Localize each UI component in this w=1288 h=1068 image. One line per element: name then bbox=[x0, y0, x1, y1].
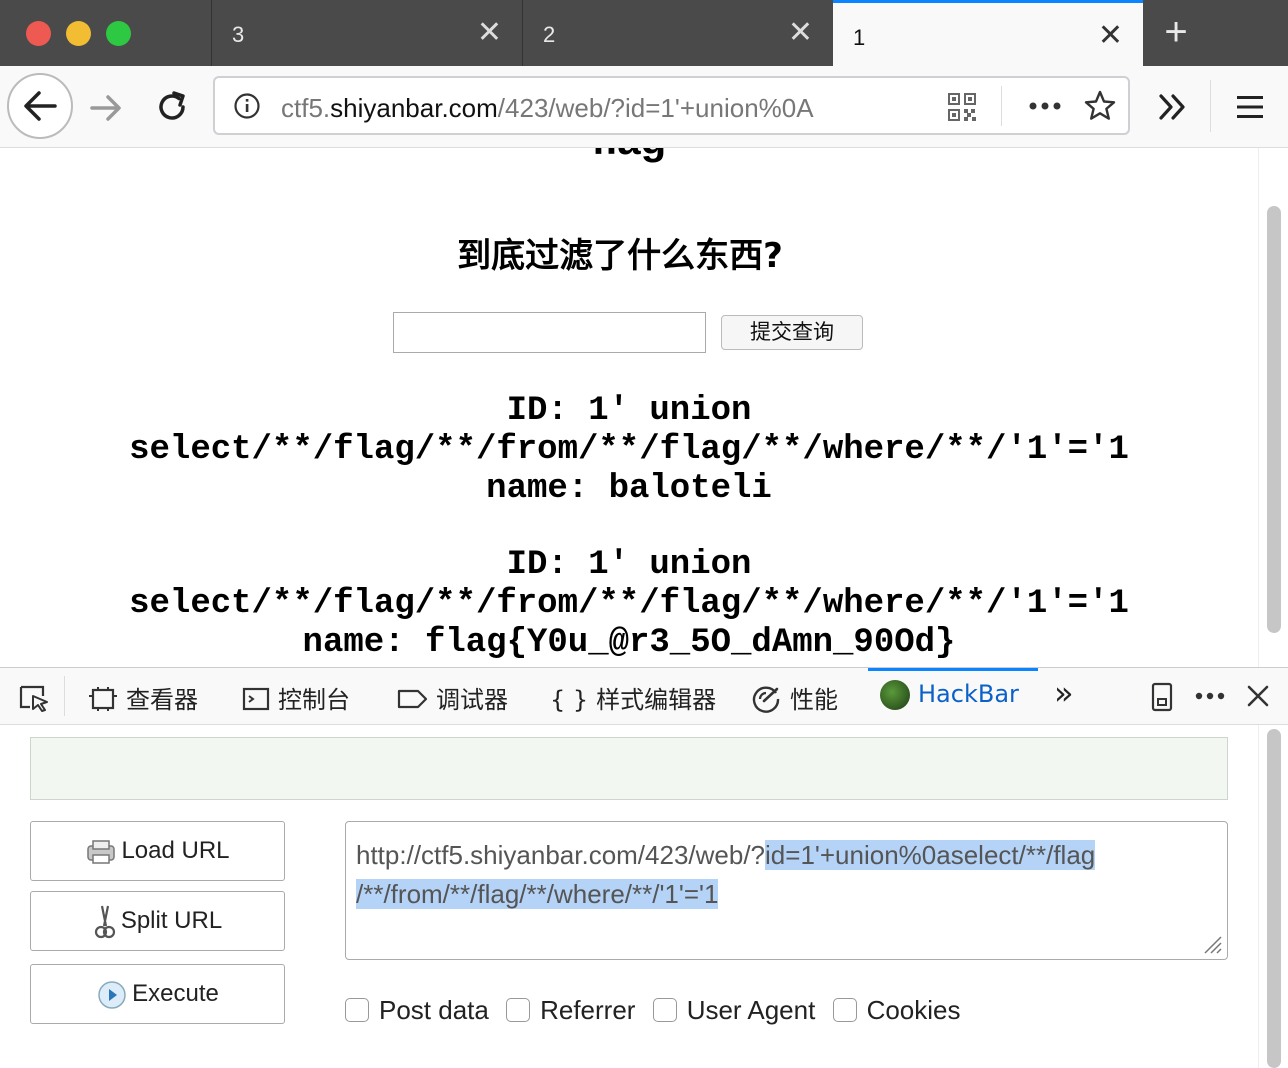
close-tab-icon[interactable]: ✕ bbox=[1098, 21, 1123, 51]
tab-3[interactable]: 3 ✕ bbox=[212, 0, 522, 66]
submit-query-button[interactable]: 提交查询 bbox=[721, 315, 863, 350]
load-url-button[interactable]: Load URL bbox=[30, 821, 285, 881]
element-picker-icon[interactable] bbox=[18, 684, 50, 712]
page-scrollbar-thumb[interactable] bbox=[1267, 206, 1281, 633]
result-query-line: select/**/flag/**/from/**/flag/**/where/… bbox=[129, 585, 1129, 623]
devtools-options-icon[interactable] bbox=[1194, 688, 1226, 704]
console-icon bbox=[242, 687, 270, 711]
page-title: flag bbox=[0, 148, 1258, 164]
dock-side-icon[interactable] bbox=[1150, 682, 1174, 712]
page-subtitle: 到底过滤了什么东西? bbox=[457, 236, 783, 276]
tab-hackbar[interactable]: HackBar bbox=[880, 680, 1019, 710]
devtools-toolbar: 查看器 控制台 调试器 { } 样式编辑器 性能 HackBar » bbox=[0, 667, 1288, 725]
result-block: ID: 1' union select/**/flag/**/from/**/f… bbox=[0, 392, 1258, 509]
selected-text: id=1'+union%0aselect/**/flag bbox=[765, 840, 1096, 870]
tab-label: 2 bbox=[543, 22, 556, 47]
hackbar-options: Post data Referrer User Agent Cookies bbox=[345, 995, 971, 1026]
page-content: flag 到底过滤了什么东西? 提交查询 ID: 1' union select… bbox=[0, 148, 1258, 667]
referrer-checkbox[interactable]: Referrer bbox=[506, 995, 635, 1026]
page-actions-icon[interactable] bbox=[1027, 94, 1063, 118]
tab-style-editor[interactable]: { } 样式编辑器 bbox=[550, 680, 716, 715]
tab-performance[interactable]: 性能 bbox=[750, 680, 838, 715]
close-tab-icon[interactable]: ✕ bbox=[477, 18, 502, 48]
result-id-line: ID: 1' union bbox=[506, 546, 752, 584]
hackbar-icon bbox=[880, 680, 910, 710]
new-tab-button[interactable]: + bbox=[1152, 12, 1200, 56]
performance-icon bbox=[752, 686, 780, 713]
braces-icon: { } bbox=[550, 686, 589, 714]
result-id-line: ID: 1' union bbox=[506, 392, 752, 430]
url-text[interactable]: ctf5.shiyanbar.com/423/web/?id=1'+union%… bbox=[281, 93, 881, 124]
info-icon[interactable] bbox=[233, 92, 261, 120]
close-tab-icon[interactable]: ✕ bbox=[788, 18, 813, 48]
split-url-button[interactable]: Split URL bbox=[30, 891, 285, 951]
result-name-line: name: baloteli bbox=[486, 470, 772, 508]
result-name-line: name: flag{Y0u_@r3_5O_dAmn_90Od} bbox=[302, 624, 956, 662]
tab-label: 1 bbox=[853, 25, 866, 50]
post-data-checkbox[interactable]: Post data bbox=[345, 995, 489, 1026]
tab-strip: 3 ✕ 2 ✕ 1 ✕ + bbox=[0, 0, 1288, 66]
overflow-chevron-icon[interactable] bbox=[1156, 91, 1190, 123]
tab-label: 3 bbox=[232, 22, 245, 47]
back-button[interactable] bbox=[7, 73, 73, 139]
zoom-window-button[interactable] bbox=[106, 21, 131, 46]
hackbar-panel: Load URL Split URL Execute http://ctf5.s… bbox=[0, 725, 1288, 1068]
selected-text: /**/from/**/flag/**/where/**/'1'='1 bbox=[356, 879, 719, 909]
close-window-button[interactable] bbox=[26, 21, 51, 46]
resize-grip-icon[interactable] bbox=[1201, 933, 1223, 955]
load-url-icon bbox=[87, 839, 116, 864]
tab-console[interactable]: 控制台 bbox=[242, 680, 350, 715]
more-tabs-button[interactable]: » bbox=[1054, 674, 1074, 712]
hackbar-top-field[interactable] bbox=[30, 737, 1228, 800]
bookmark-star-icon[interactable] bbox=[1083, 89, 1117, 123]
tab-debugger[interactable]: 调试器 bbox=[396, 680, 508, 715]
forward-button[interactable] bbox=[86, 88, 126, 128]
minimize-window-button[interactable] bbox=[66, 21, 91, 46]
arrow-left-icon bbox=[24, 91, 57, 121]
tab-2[interactable]: 2 ✕ bbox=[523, 0, 833, 66]
qr-code-icon[interactable] bbox=[947, 92, 977, 122]
page-scrollbar[interactable] bbox=[1258, 148, 1288, 667]
hamburger-menu-icon[interactable] bbox=[1236, 94, 1264, 120]
debugger-icon bbox=[397, 689, 428, 709]
reload-button[interactable] bbox=[152, 87, 192, 127]
result-block: ID: 1' union select/**/flag/**/from/**/f… bbox=[0, 546, 1258, 663]
query-input[interactable] bbox=[393, 312, 706, 353]
close-devtools-icon[interactable] bbox=[1246, 684, 1270, 708]
hackbar-url-textarea[interactable]: http://ctf5.shiyanbar.com/423/web/?id=1'… bbox=[345, 821, 1228, 960]
hackbar-scrollbar[interactable] bbox=[1258, 725, 1288, 1068]
scissors-icon bbox=[94, 905, 115, 938]
hackbar-scrollbar-thumb[interactable] bbox=[1267, 729, 1281, 1068]
play-icon bbox=[98, 980, 126, 1009]
tab-inspector[interactable]: 查看器 bbox=[88, 680, 198, 715]
result-query-line: select/**/flag/**/from/**/flag/**/where/… bbox=[129, 431, 1129, 469]
cookies-checkbox[interactable]: Cookies bbox=[832, 995, 961, 1026]
user-agent-checkbox[interactable]: User Agent bbox=[652, 995, 815, 1026]
tab-1-active[interactable]: 1 ✕ bbox=[833, 0, 1143, 66]
inspector-icon bbox=[89, 687, 117, 711]
execute-button[interactable]: Execute bbox=[30, 964, 285, 1024]
url-bar[interactable]: ctf5.shiyanbar.com/423/web/?id=1'+union%… bbox=[213, 76, 1130, 135]
navigation-toolbar: ctf5.shiyanbar.com/423/web/?id=1'+union%… bbox=[0, 66, 1288, 148]
active-tab-indicator bbox=[868, 668, 1038, 671]
